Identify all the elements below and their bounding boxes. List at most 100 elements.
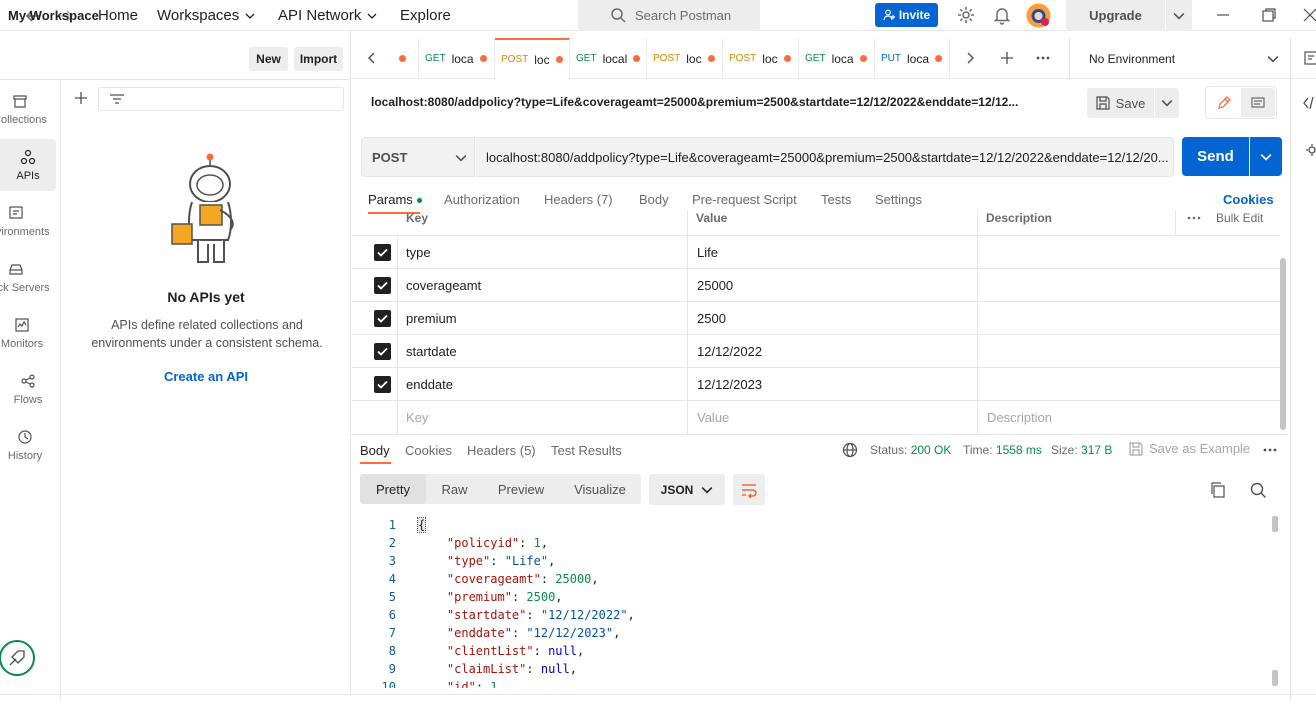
size-info[interactable]: Size: 317 B xyxy=(1051,443,1112,457)
new-key-placeholder[interactable]: Key xyxy=(406,410,428,425)
workspaces-menu[interactable]: Workspaces xyxy=(157,7,255,24)
scroll-tabs-left-icon[interactable] xyxy=(364,50,380,66)
url-input[interactable]: localhost:8080/addpolicy?type=Life&cover… xyxy=(476,137,1174,177)
new-value-placeholder[interactable]: Value xyxy=(697,410,729,425)
import-button[interactable]: Import xyxy=(294,47,343,71)
time-info[interactable]: Time: 1558 ms xyxy=(963,443,1042,457)
new-button[interactable]: New xyxy=(249,47,288,71)
param-checkbox[interactable] xyxy=(374,310,391,327)
settings-gear-icon[interactable] xyxy=(956,5,976,25)
sidebar-item-apis[interactable]: APIs xyxy=(0,139,56,191)
restore-window-icon[interactable] xyxy=(1261,7,1277,23)
environment-quick-look-icon[interactable] xyxy=(1303,50,1316,66)
request-tab[interactable]: POST loc xyxy=(647,38,723,79)
send-dropdown[interactable] xyxy=(1250,137,1282,176)
sidebar-item-mock-servers[interactable]: Mock Servers xyxy=(0,251,56,303)
workspace-name[interactable]: My Workspace xyxy=(8,8,99,23)
tab-authorization[interactable]: Authorization xyxy=(444,192,520,207)
param-checkbox[interactable] xyxy=(374,244,391,261)
response-code-viewer[interactable]: 1 2 3 4 5 6 7 8 9 10 { "policyid": 1, "t… xyxy=(352,516,1272,688)
request-tab[interactable]: POST loc xyxy=(723,38,799,79)
param-key[interactable]: enddate xyxy=(406,377,453,392)
avatar[interactable] xyxy=(1026,3,1051,28)
search-response-icon[interactable] xyxy=(1249,481,1267,499)
response-more-icon[interactable] xyxy=(1262,446,1278,454)
sidebar-item-history[interactable]: History xyxy=(0,419,56,471)
create-api-link[interactable]: Create an API xyxy=(61,369,351,384)
add-api-icon[interactable] xyxy=(73,90,89,106)
request-title[interactable]: localhost:8080/addpolicy?type=Life&cover… xyxy=(371,95,1018,109)
param-key[interactable]: coverageamt xyxy=(406,278,481,293)
request-tab[interactable]: PUT loca xyxy=(875,38,950,79)
invite-button[interactable]: Invite xyxy=(875,3,938,27)
explore-menu[interactable]: Explore xyxy=(400,7,451,24)
param-value[interactable]: 25000 xyxy=(697,278,733,293)
minimize-window-icon[interactable] xyxy=(1215,7,1231,23)
view-pretty-button[interactable]: Pretty xyxy=(360,474,426,504)
send-button[interactable]: Send xyxy=(1182,137,1249,176)
tab-pre-request-script[interactable]: Pre-request Script xyxy=(692,192,797,207)
save-button[interactable]: Save xyxy=(1087,88,1154,118)
tab-settings[interactable]: Settings xyxy=(875,192,922,207)
sidebar-item-monitors[interactable]: Monitors xyxy=(0,307,56,359)
close-window-icon[interactable] xyxy=(1302,7,1316,23)
runner-status-icon[interactable] xyxy=(0,637,36,679)
response-tab-test-results[interactable]: Test Results xyxy=(551,443,622,458)
request-tab[interactable]: GET loca xyxy=(799,38,875,79)
sidebar-item-flows[interactable]: Flows xyxy=(0,363,56,415)
param-value[interactable]: 12/12/2022 xyxy=(697,344,762,359)
wrap-lines-button[interactable] xyxy=(733,474,765,505)
code-scrollbar-thumb-bottom[interactable] xyxy=(1272,670,1278,686)
copy-icon[interactable] xyxy=(1209,481,1227,499)
new-description-placeholder[interactable]: Description xyxy=(987,410,1052,425)
request-tab[interactable]: GET loca xyxy=(419,38,495,79)
tab-params[interactable]: Params xyxy=(368,192,422,207)
environment-selector[interactable]: No Environment xyxy=(1069,38,1290,79)
more-tabs-icon[interactable] xyxy=(1035,50,1051,66)
new-tab-plus-icon[interactable] xyxy=(999,50,1015,66)
format-selector[interactable]: JSON xyxy=(649,474,725,505)
response-divider[interactable] xyxy=(351,434,1288,435)
param-value[interactable]: Life xyxy=(697,245,718,260)
bulk-edit-link[interactable]: Bulk Edit xyxy=(1216,211,1263,225)
view-raw-button[interactable]: Raw xyxy=(426,474,483,504)
home-menu[interactable]: Home xyxy=(98,7,138,24)
response-tab-headers[interactable]: Headers (5) xyxy=(467,443,536,458)
code-scrollbar-thumb[interactable] xyxy=(1272,516,1278,532)
param-key[interactable]: type xyxy=(406,245,431,260)
filter-input[interactable] xyxy=(98,87,344,111)
param-key[interactable]: premium xyxy=(406,311,457,326)
param-key[interactable]: startdate xyxy=(406,344,457,359)
edit-pencil-icon[interactable] xyxy=(1207,88,1241,117)
cookies-link[interactable]: Cookies xyxy=(1223,192,1274,207)
view-preview-button[interactable]: Preview xyxy=(483,474,559,504)
save-as-example-button[interactable]: Save as Example xyxy=(1129,441,1250,456)
request-tab[interactable] xyxy=(393,38,419,79)
param-checkbox[interactable] xyxy=(374,376,391,393)
response-tab-cookies[interactable]: Cookies xyxy=(405,443,452,458)
globe-icon[interactable] xyxy=(842,442,858,458)
param-value[interactable]: 12/12/2023 xyxy=(697,377,762,392)
save-dropdown[interactable] xyxy=(1155,88,1179,118)
search-box[interactable]: Search Postman xyxy=(578,0,760,31)
more-options-icon[interactable] xyxy=(1187,215,1201,221)
param-value[interactable]: 2500 xyxy=(697,311,726,326)
tab-headers[interactable]: Headers (7) xyxy=(544,192,613,207)
status-info[interactable]: Status: 200 OK xyxy=(870,443,951,457)
request-tab[interactable]: GET local xyxy=(570,38,647,79)
response-tab-body[interactable]: Body xyxy=(360,443,390,458)
upgrade-button[interactable]: Upgrade xyxy=(1066,0,1165,31)
param-checkbox[interactable] xyxy=(374,343,391,360)
param-checkbox[interactable] xyxy=(374,277,391,294)
upgrade-dropdown[interactable] xyxy=(1166,0,1192,31)
code-snippet-icon[interactable] xyxy=(1303,95,1316,111)
info-settings-icon[interactable] xyxy=(1303,142,1316,158)
notification-bell-icon[interactable] xyxy=(992,5,1012,25)
params-scrollbar[interactable] xyxy=(1280,258,1286,430)
sidebar-item-collections[interactable]: Collections xyxy=(0,83,56,135)
view-visualize-button[interactable]: Visualize xyxy=(559,474,641,504)
comments-icon[interactable] xyxy=(1241,88,1275,117)
request-tab-active[interactable]: POST loc xyxy=(495,38,570,79)
tab-tests[interactable]: Tests xyxy=(821,192,851,207)
tab-body[interactable]: Body xyxy=(639,192,669,207)
